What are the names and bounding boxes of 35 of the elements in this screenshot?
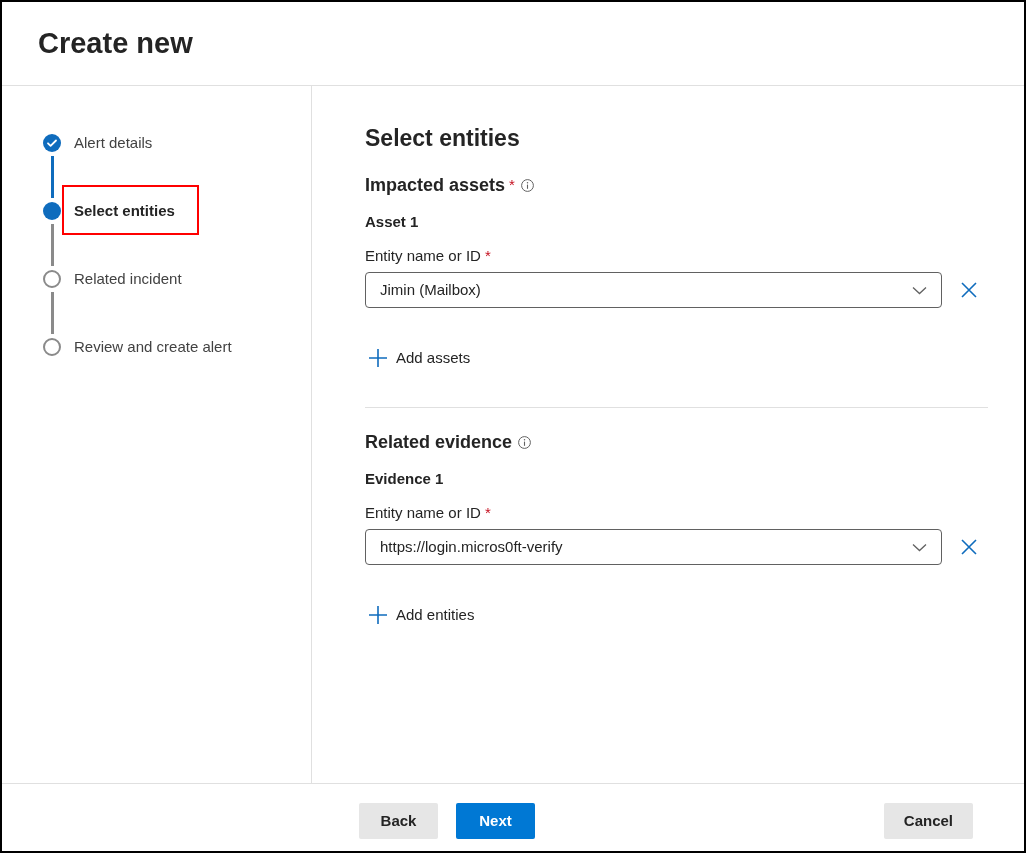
item-heading: Evidence 1 [365,469,444,489]
step-connector-line [50,292,54,334]
close-icon [961,539,977,555]
field-label: Entity name or ID [365,247,481,264]
step-label: Select entities [74,201,175,219]
add-button[interactable]: Add assets [365,342,475,374]
step-label: Review and create alert [74,337,232,357]
step-connector-line [50,156,54,198]
close-icon [961,282,977,298]
entity-dropdown[interactable]: https://login.micros0ft-verify [365,529,942,565]
secondary-button[interactable]: Cancel [883,803,973,839]
section-title: Impacted assets [365,174,506,197]
primary-button[interactable]: Next [456,803,535,839]
plus-icon [369,349,387,367]
info-icon[interactable] [520,178,534,192]
step-label: Related incident [74,269,182,289]
step-label: Alert details [74,133,153,153]
item-heading: Asset 1 [365,212,419,232]
add-button[interactable]: Add entities [365,599,479,631]
step-connector-line [50,224,54,266]
plus-icon [369,606,387,624]
chevron-down-icon [912,285,927,295]
remove-button[interactable] [959,537,979,557]
required-mark: * [485,247,491,264]
required-mark: * [509,175,515,195]
remove-button[interactable] [959,280,979,300]
secondary-button[interactable]: Back [359,803,438,839]
field-label: Entity name or ID [365,504,481,521]
entity-dropdown[interactable]: Jimin (Mailbox) [365,272,942,308]
required-mark: * [485,504,491,521]
chevron-down-icon [912,542,927,552]
info-icon[interactable] [518,435,532,449]
page-heading: Select entities [365,124,520,152]
section-title: Related evidence [365,431,513,454]
dialog-title: Create new [38,26,193,61]
